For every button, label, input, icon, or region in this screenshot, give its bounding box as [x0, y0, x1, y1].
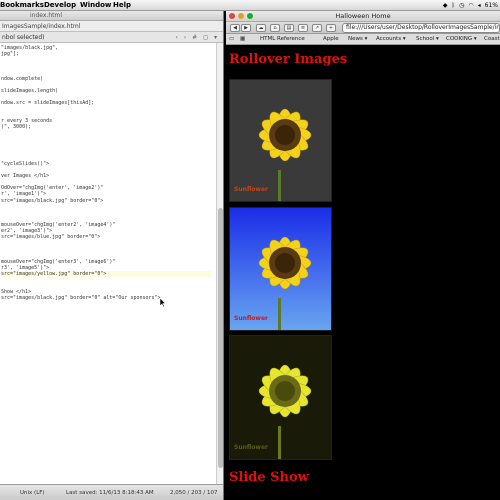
image-caption: Sunflower: [234, 186, 269, 193]
menu-bookmarks[interactable]: Bookmarks: [0, 0, 44, 10]
editor-nav-icons[interactable]: ‹ › # ◻ ▾: [176, 32, 219, 43]
menu-help[interactable]: Help: [113, 0, 131, 10]
bookmark-accounts[interactable]: Accounts ▾: [376, 34, 406, 45]
cursor-position: 2,050 / 203 / 107: [170, 490, 218, 496]
code-line[interactable]: src="images/black.jpg" border="0">: [1, 198, 103, 204]
rollover-image-1[interactable]: Sunflower: [229, 79, 332, 202]
code-line[interactable]: "cycleSlides()">: [1, 161, 49, 167]
image-caption: Sunflower: [234, 315, 269, 322]
bookmark-school[interactable]: School ▾: [416, 34, 439, 45]
bookmark-apple[interactable]: Apple: [323, 34, 339, 45]
browser-titlebar: Halloween Home: [226, 11, 500, 22]
plus-icon[interactable]: +: [326, 24, 336, 32]
clock-icon[interactable]: ◷: [459, 0, 464, 10]
page-heading: Rollover Images: [229, 52, 348, 67]
code-line[interactable]: r3', 'image5')">: [1, 265, 49, 271]
editor-scrollbar[interactable]: [216, 43, 223, 484]
sunflower-image: [230, 336, 331, 459]
editor-status-bar: Unix (LF) Last saved: 11/6/13 8:18:43 AM…: [0, 484, 223, 500]
rollover-image-3[interactable]: Sunflower: [229, 335, 332, 460]
battery-text: 61%: [484, 2, 498, 9]
sunflower-image: [230, 80, 331, 201]
dropbox-icon[interactable]: ◆: [443, 0, 448, 10]
code-line[interactable]: ndow.complete): [1, 76, 43, 82]
code-area[interactable]: "images/black.jpg", jpg"]; ndow.complete) s…: [0, 43, 216, 484]
menu-develop[interactable]: Develop: [44, 0, 76, 10]
mouse-pointer-icon: [160, 298, 166, 307]
code-line[interactable]: )", 3000);: [1, 124, 31, 130]
editor-function-bar[interactable]: nbol selected) ‹ › # ◻ ▾: [0, 32, 223, 43]
code-editor-window: index.html ImagesSample/index.html nbol …: [0, 11, 224, 500]
rollover-image-2[interactable]: Sunflower: [229, 207, 332, 331]
cloud-icon[interactable]: ☁: [256, 24, 266, 32]
bookmark-cooking[interactable]: COOKING ▾: [446, 34, 477, 45]
menu-bar: Bookmarks Develop Window Help ◆ ᛒ ◷ ◠ ◂ …: [0, 0, 500, 11]
editor-titlebar: index.html: [0, 11, 223, 21]
browser-window: Halloween Home ◀ ▶ ☁ ⌂ ▤ ≡ ↗ + file:///U…: [226, 11, 500, 500]
code-line[interactable]: OdOver="chgImg('enter', 'image2')": [1, 185, 103, 191]
code-line[interactable]: src="images/yellow.jpg" border="0">: [1, 270, 211, 277]
line-endings[interactable]: Unix (LF): [20, 485, 45, 500]
browser-title: Halloween Home: [335, 12, 391, 20]
code-line[interactable]: "images/black.jpg",: [1, 45, 58, 51]
print-icon[interactable]: ▤: [284, 24, 294, 32]
code-line[interactable]: Show </h1>: [1, 289, 31, 295]
sunflower-image: [230, 208, 331, 330]
code-line[interactable]: jpg"];: [1, 51, 19, 57]
bluetooth-icon[interactable]: ᛒ: [452, 0, 456, 10]
code-line[interactable]: r', 'image1')">: [1, 191, 46, 197]
code-line[interactable]: r every 3 seconds: [1, 118, 52, 124]
code-line[interactable]: mouseOver="chgImg('enter3', 'image6')": [1, 259, 115, 265]
browser-toolbar: ◀ ▶ ☁ ⌂ ▤ ≡ ↗ + file:///Users/user/Deskt…: [226, 22, 500, 34]
code-line[interactable]: ver Images </h1>: [1, 173, 49, 179]
page-content: Rollover Images Sunflower Sunflower Sunf…: [226, 45, 500, 500]
home-icon[interactable]: ⌂: [270, 24, 280, 32]
code-line[interactable]: mouseOver="chgImg('enter2', 'image4')": [1, 222, 115, 228]
editor-title: index.html: [30, 12, 62, 19]
forward-icon[interactable]: ▶: [241, 24, 251, 32]
bookmarks-bar: ▭ ▦ HTML Reference Apple News ▾ Accounts…: [226, 34, 500, 45]
editor-path: ImagesSample/index.html: [0, 21, 223, 32]
menu-window[interactable]: Window: [80, 0, 111, 10]
url-field[interactable]: file:///Users/user/Desktop/RolloverImage…: [342, 23, 500, 33]
bookmarks-book-icon[interactable]: ▭: [229, 34, 234, 45]
bookmark-news[interactable]: News ▾: [348, 34, 367, 45]
code-line[interactable]: slideImages.length): [1, 88, 58, 94]
volume-icon[interactable]: ◂: [478, 0, 481, 10]
wifi-icon[interactable]: ◠: [468, 0, 473, 10]
code-line[interactable]: ndow.src = slideImages[thisAd];: [1, 100, 94, 106]
reader-icon[interactable]: ≡: [298, 24, 308, 32]
menu-extras: ◆ ᛒ ◷ ◠ ◂ 61%: [443, 0, 498, 10]
slide-show-heading: Slide Show: [229, 470, 309, 485]
code-line[interactable]: er2', 'image3')">: [1, 228, 52, 234]
top-sites-icon[interactable]: ▦: [240, 34, 245, 45]
symbol-selector[interactable]: nbol selected): [2, 34, 45, 41]
code-line[interactable]: src="images/blue.jpg" border="0">: [1, 234, 100, 240]
scrollbar-thumb[interactable]: [218, 208, 223, 468]
code-line[interactable]: src="images/black.jpg" border="0" alt="O…: [1, 295, 161, 301]
last-saved: Last saved: 11/6/13 8:18:43 AM: [66, 490, 154, 496]
share-icon[interactable]: ↗: [312, 24, 322, 32]
bookmark-html-reference[interactable]: HTML Reference: [260, 34, 305, 45]
image-caption: Sunflower: [234, 444, 269, 451]
bookmark-coast[interactable]: Coast: [484, 34, 500, 45]
back-icon[interactable]: ◀: [230, 24, 240, 32]
